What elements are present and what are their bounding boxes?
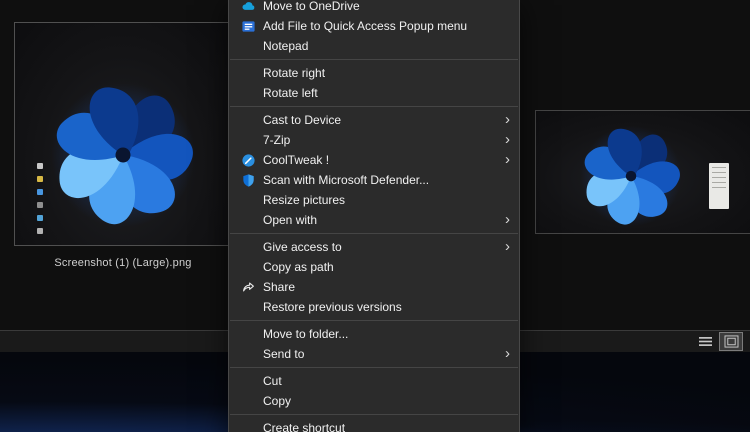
no-icon [240, 346, 256, 362]
menu-item-label: Move to folder... [263, 327, 349, 341]
submenu-chevron-icon: › [505, 344, 510, 362]
menu-item-label: Notepad [263, 39, 309, 53]
menu-item-share[interactable]: Share [229, 277, 519, 297]
menu-item-label: CoolTweak ! [263, 153, 330, 167]
no-icon [240, 259, 256, 275]
menu-item-label: Cast to Device [263, 113, 342, 127]
menu-item-copy[interactable]: Copy [229, 391, 519, 411]
menu-item-rotate-left[interactable]: Rotate left [229, 83, 519, 103]
menu-item-move-to-folder[interactable]: Move to folder... [229, 324, 519, 344]
view-toggle-group [694, 332, 743, 351]
menu-item-label: Send to [263, 347, 305, 361]
menu-item-give-access-to[interactable]: Give access to › [229, 237, 519, 257]
desktop-icon [37, 163, 43, 169]
submenu-chevron-icon: › [505, 130, 510, 148]
menu-separator [230, 320, 518, 321]
menu-item-move-to-onedrive[interactable]: Move to OneDrive [229, 0, 519, 16]
submenu-chevron-icon: › [505, 110, 510, 128]
menu-item-label: Copy [263, 394, 292, 408]
no-icon [240, 299, 256, 315]
file-name-label: Screenshot (1) (Large).png [54, 257, 192, 269]
submenu-chevron-icon: › [505, 210, 510, 228]
thumbnails-view-icon[interactable] [719, 332, 743, 351]
menu-item-label: Scan with Microsoft Defender... [263, 173, 430, 187]
no-icon [240, 373, 256, 389]
menu-item-cooltweak[interactable]: CoolTweak ! › [229, 150, 519, 170]
menu-item-label: Copy as path [263, 260, 334, 274]
menu-item-label: Restore previous versions [263, 300, 402, 314]
details-view-icon[interactable] [694, 333, 716, 350]
menu-item-cut[interactable]: Cut [229, 371, 519, 391]
menu-item-label: Cut [263, 374, 282, 388]
menu-item-scan-with-microsoft-defender[interactable]: Scan with Microsoft Defender... [229, 170, 519, 190]
cooltweak-icon [240, 152, 256, 168]
no-icon [240, 239, 256, 255]
menu-item-resize-pictures[interactable]: Resize pictures [229, 190, 519, 210]
desktop-icon [37, 202, 43, 208]
menu-item-7-zip[interactable]: 7-Zip › [229, 130, 519, 150]
screen: Screenshot (1) (Large).png Move to OneDr… [0, 0, 750, 432]
defender-icon [240, 172, 256, 188]
menu-item-label: 7-Zip [263, 133, 291, 147]
menu-item-label: Open with [263, 213, 318, 227]
submenu-chevron-icon: › [505, 237, 510, 255]
no-icon [240, 192, 256, 208]
no-icon [240, 326, 256, 342]
desktop-icons-column [37, 163, 43, 241]
bloom-wallpaper-image [51, 77, 198, 227]
menu-item-label: Give access to [263, 240, 342, 254]
quick-access-popup-icon [240, 18, 256, 34]
menu-item-label: Rotate right [263, 66, 326, 80]
no-icon [240, 212, 256, 228]
no-icon [240, 38, 256, 54]
menu-item-send-to[interactable]: Send to › [229, 344, 519, 364]
submenu-chevron-icon: › [505, 150, 510, 168]
no-icon [240, 132, 256, 148]
menu-item-label: Resize pictures [263, 193, 346, 207]
no-icon [240, 393, 256, 409]
no-icon [240, 420, 256, 432]
no-icon [240, 85, 256, 101]
menu-separator [230, 367, 518, 368]
menu-item-rotate-right[interactable]: Rotate right [229, 63, 519, 83]
notes-widget [709, 163, 729, 209]
menu-item-add-file-to-quick-access-popup-menu[interactable]: Add File to Quick Access Popup menu [229, 16, 519, 36]
menu-item-notepad[interactable]: Notepad [229, 36, 519, 56]
share-icon [240, 279, 256, 295]
menu-separator [230, 106, 518, 107]
file-thumbnail [14, 22, 232, 246]
menu-item-label: Create shortcut [263, 421, 346, 432]
no-icon [240, 65, 256, 81]
context-menu: Move to OneDrive Add File to Quick Access… [228, 0, 520, 432]
onedrive-icon [240, 0, 256, 14]
desktop-icon [37, 176, 43, 182]
desktop-icon [37, 228, 43, 234]
menu-item-copy-as-path[interactable]: Copy as path [229, 257, 519, 277]
menu-item-cast-to-device[interactable]: Cast to Device › [229, 110, 519, 130]
file-tile-secondary[interactable] [535, 110, 750, 234]
desktop-icon [37, 189, 43, 195]
file-tile[interactable]: Screenshot (1) (Large).png [14, 22, 232, 269]
menu-item-label: Add File to Quick Access Popup menu [263, 19, 468, 33]
menu-separator [230, 414, 518, 415]
menu-item-open-with[interactable]: Open with › [229, 210, 519, 230]
menu-separator [230, 59, 518, 60]
menu-item-restore-previous-versions[interactable]: Restore previous versions [229, 297, 519, 317]
menu-separator [230, 233, 518, 234]
bloom-wallpaper-image [580, 122, 684, 227]
no-icon [240, 112, 256, 128]
menu-item-label: Move to OneDrive [263, 0, 360, 13]
menu-item-create-shortcut[interactable]: Create shortcut [229, 418, 519, 432]
menu-item-label: Rotate left [263, 86, 318, 100]
desktop-icon [37, 215, 43, 221]
menu-item-label: Share [263, 280, 296, 294]
